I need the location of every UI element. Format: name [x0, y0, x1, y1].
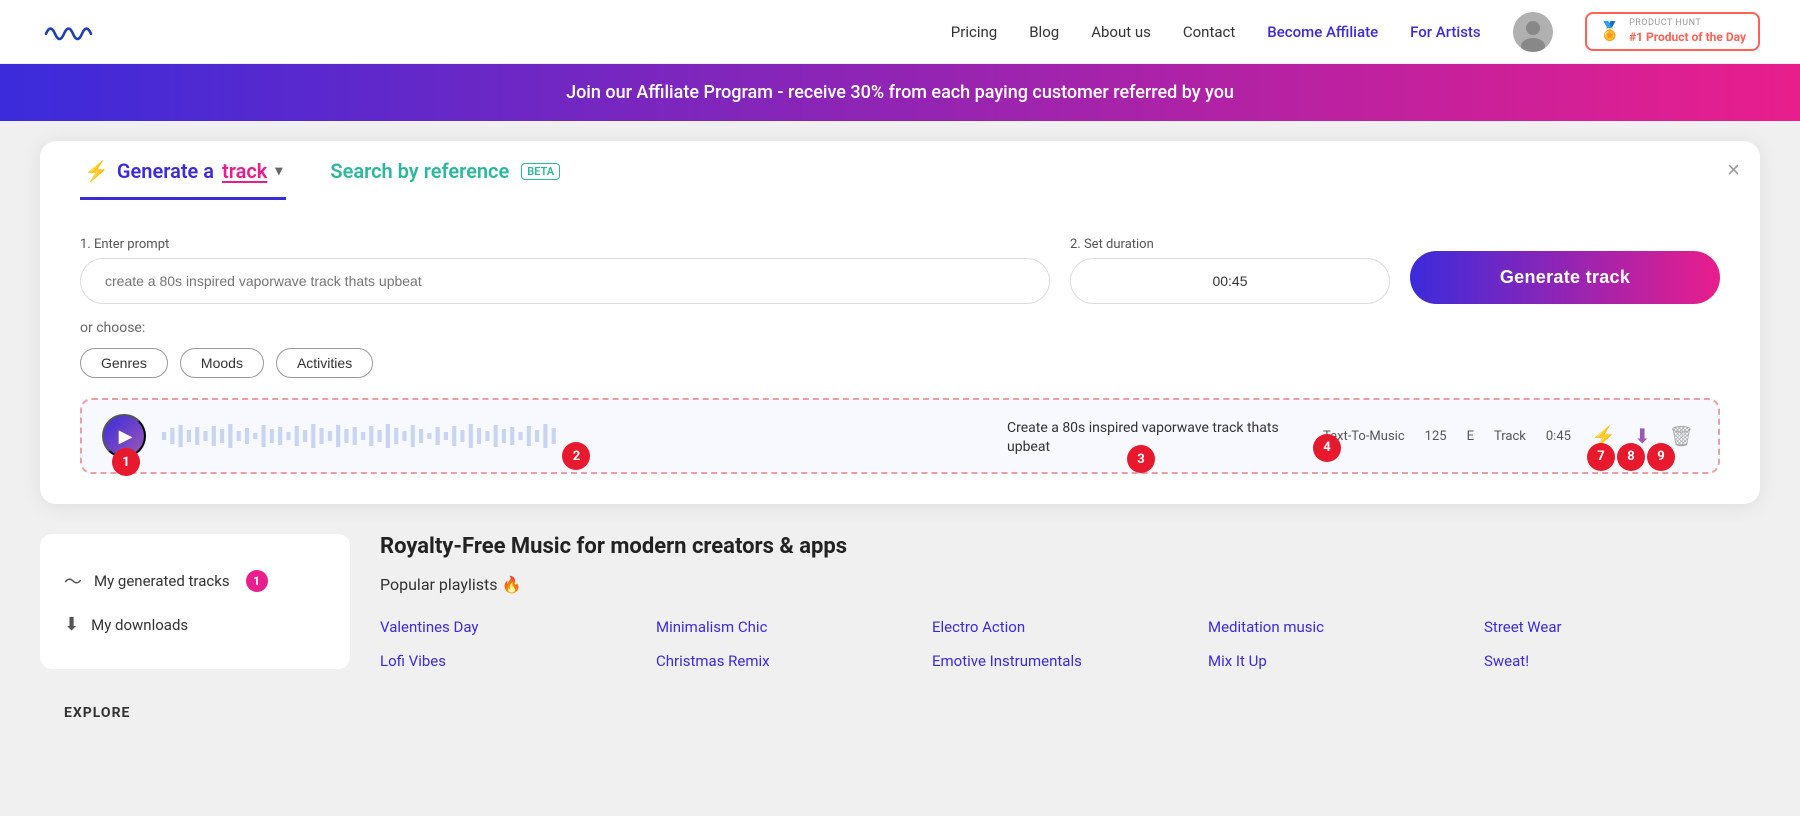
tab-generate[interactable]: ⚡ Generate a track ▾	[80, 141, 286, 200]
annotation-8: 8	[1617, 443, 1645, 471]
nav-contact[interactable]: Contact	[1183, 23, 1235, 41]
tab-arrow-icon: ▾	[275, 163, 282, 179]
playlist-valentines[interactable]: Valentines Day	[380, 614, 656, 640]
navbar: Pricing Blog About us Contact Become Aff…	[0, 0, 1800, 64]
playlist-electro[interactable]: Electro Action	[932, 614, 1208, 640]
banner-text: Join our Affiliate Program - receive 30%…	[566, 82, 1234, 103]
annotation-1: 1	[112, 448, 140, 476]
annotation-3: 3	[1127, 445, 1155, 473]
nav-pricing[interactable]: Pricing	[951, 23, 997, 41]
waveform-icon: 〜	[64, 568, 82, 594]
track-key: E	[1467, 429, 1474, 444]
playlist-christmas[interactable]: Christmas Remix	[656, 648, 932, 674]
popular-playlists-label: Popular playlists 🔥	[380, 575, 1760, 594]
filter-moods[interactable]: Moods	[180, 348, 264, 378]
sidebar-item-downloads[interactable]: ⬇ My downloads	[64, 604, 326, 645]
main-content: ⚡ Generate a track ▾ Search by reference…	[0, 121, 1800, 769]
annotation-4: 4	[1313, 434, 1341, 462]
explore-title: EXPLORE	[40, 705, 350, 721]
nav-links: Pricing Blog About us Contact Become Aff…	[951, 12, 1760, 52]
annotation-9: 9	[1647, 443, 1675, 471]
generate-group: _ Generate track	[1410, 230, 1720, 304]
track-row-wrapper: ▶ 1	[80, 398, 1720, 474]
prompt-label: 1. Enter prompt	[80, 237, 1050, 252]
or-choose-label: or choose:	[80, 320, 1720, 336]
sidebar: 〜 My generated tracks 1 ⬇ My downloads E…	[40, 534, 350, 729]
lightning-tab-icon: ⚡	[84, 159, 109, 183]
duration-input[interactable]	[1070, 258, 1390, 304]
tab-generate-label-pre: Generate a	[117, 159, 214, 183]
annotation-7: 7	[1587, 443, 1615, 471]
nav-affiliate[interactable]: Become Affiliate	[1267, 23, 1378, 41]
my-tracks-label: My generated tracks	[94, 572, 230, 590]
tab-generate-highlight: track	[222, 159, 267, 183]
generate-track-button[interactable]: Generate track	[1410, 251, 1720, 304]
duration-group: 2. Set duration	[1070, 237, 1390, 304]
my-downloads-label: My downloads	[91, 616, 188, 634]
track-waveform[interactable]: 2	[162, 420, 991, 452]
product-label: PRODUCT HUNT	[1629, 18, 1746, 30]
form-row: 1. Enter prompt 2. Set duration _ Genera…	[80, 230, 1720, 304]
nav-about[interactable]: About us	[1091, 23, 1151, 41]
sidebar-card-tracks: 〜 My generated tracks 1 ⬇ My downloads	[40, 534, 350, 669]
track-meta: Text-To-Music 4 125 E Track 0:45	[1323, 429, 1571, 444]
product-hunt-text: PRODUCT HUNT #1 Product of the Day	[1629, 18, 1746, 45]
nav-blog[interactable]: Blog	[1029, 23, 1059, 41]
playlist-meditation[interactable]: Meditation music	[1208, 614, 1484, 640]
logo[interactable]	[40, 15, 100, 49]
filter-tags: Genres Moods Activities	[80, 348, 1720, 378]
filter-genres[interactable]: Genres	[80, 348, 168, 378]
track-actions: ⚡ 7 ⬇ 8 🗑 9	[1587, 420, 1698, 453]
generate-card: ⚡ Generate a track ▾ Search by reference…	[40, 141, 1760, 504]
playlist-minimalism[interactable]: Minimalism Chic	[656, 614, 932, 640]
royalty-title: Royalty-Free Music for modern creators &…	[380, 534, 1760, 559]
affiliate-banner[interactable]: Join our Affiliate Program - receive 30%…	[0, 64, 1800, 121]
playlist-emotive[interactable]: Emotive Instrumentals	[932, 648, 1208, 674]
product-hunt-badge: 🏅 PRODUCT HUNT #1 Product of the Day	[1585, 12, 1760, 51]
track-bpm: 125	[1425, 429, 1447, 444]
sidebar-item-generated-tracks[interactable]: 〜 My generated tracks 1	[64, 558, 326, 604]
prompt-input[interactable]	[80, 258, 1050, 304]
playlist-streetwear[interactable]: Street Wear	[1484, 614, 1760, 640]
playlist-lofi[interactable]: Lofi Vibes	[380, 648, 656, 674]
card-tabs: ⚡ Generate a track ▾ Search by reference…	[80, 141, 1720, 200]
product-title: #1 Product of the Day	[1629, 30, 1746, 44]
track-label: Track	[1494, 429, 1526, 444]
avatar[interactable]	[1513, 12, 1553, 52]
duration-label: 2. Set duration	[1070, 237, 1390, 252]
download-sidebar-icon: ⬇	[64, 614, 79, 635]
bottom-section: 〜 My generated tracks 1 ⬇ My downloads E…	[40, 534, 1760, 729]
tab-search-reference[interactable]: Search by reference BETA	[326, 141, 564, 200]
nav-artists[interactable]: For Artists	[1410, 23, 1481, 41]
track-duration: 0:45	[1546, 429, 1571, 444]
beta-badge: BETA	[521, 163, 560, 180]
filter-activities[interactable]: Activities	[276, 348, 373, 378]
playlist-mixit[interactable]: Mix It Up	[1208, 648, 1484, 674]
main-area: Royalty-Free Music for modern creators &…	[380, 534, 1760, 729]
annotation-2: 2	[562, 442, 590, 470]
explore-section: EXPLORE	[40, 689, 350, 721]
playlists-grid: Valentines Day Minimalism Chic Electro A…	[380, 614, 1760, 674]
close-button[interactable]: ×	[1727, 157, 1740, 183]
play-icon: ▶	[119, 426, 133, 447]
prompt-group: 1. Enter prompt	[80, 237, 1050, 304]
tracks-count-badge: 1	[246, 570, 268, 592]
tab-search-label: Search by reference	[330, 159, 509, 183]
medal-icon: 🏅	[1599, 21, 1621, 42]
playlist-sweat[interactable]: Sweat!	[1484, 648, 1760, 674]
track-row: ▶ 1	[94, 404, 1706, 468]
